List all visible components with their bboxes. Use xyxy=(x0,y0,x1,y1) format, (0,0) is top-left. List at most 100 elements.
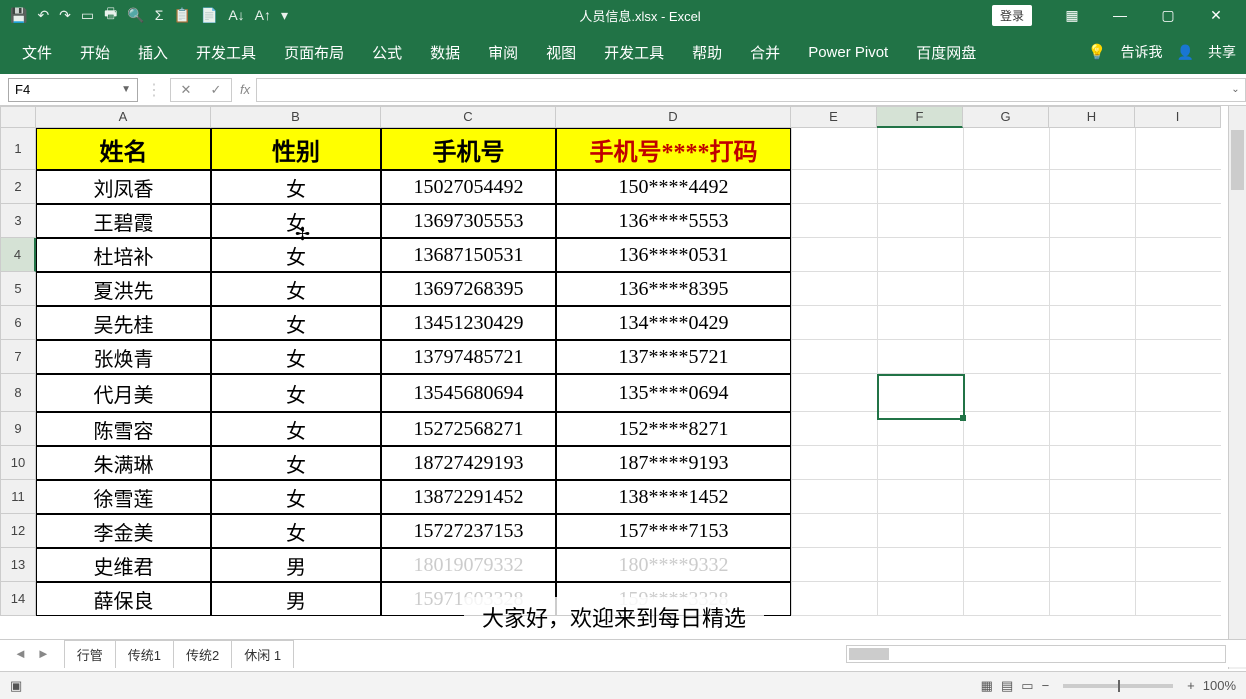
cell[interactable] xyxy=(1135,582,1221,616)
cell-phone[interactable]: 13687150531 xyxy=(381,238,556,272)
cell[interactable] xyxy=(1049,514,1135,548)
zoom-level[interactable]: 100% xyxy=(1203,678,1236,693)
col-header-H[interactable]: H xyxy=(1049,106,1135,128)
tab-pagelayout[interactable]: 页面布局 xyxy=(272,34,356,71)
cell-name[interactable]: 徐雪莲 xyxy=(36,480,211,514)
cell[interactable] xyxy=(877,480,963,514)
sheet-tab[interactable]: 传统1 xyxy=(115,640,174,668)
row-header-14[interactable]: 14 xyxy=(0,582,36,616)
col-header-G[interactable]: G xyxy=(963,106,1049,128)
qat-icon[interactable]: 🔍 xyxy=(127,7,144,24)
tab-help[interactable]: 帮助 xyxy=(680,34,734,71)
page-break-icon[interactable]: ▭ xyxy=(1021,678,1033,694)
header-phone-masked[interactable]: 手机号****打码 xyxy=(556,128,791,170)
sheet-tab[interactable]: 行管 xyxy=(64,640,116,668)
cell-gender[interactable]: 女 xyxy=(211,340,381,374)
tab-home[interactable]: 开始 xyxy=(68,34,122,71)
fx-label[interactable]: fx xyxy=(240,82,250,97)
cell[interactable] xyxy=(1049,446,1135,480)
row-header-4[interactable]: 4 xyxy=(0,238,36,272)
cell[interactable] xyxy=(963,412,1049,446)
cell[interactable] xyxy=(1049,306,1135,340)
cell[interactable] xyxy=(877,582,963,616)
cell[interactable] xyxy=(791,446,877,480)
cell[interactable] xyxy=(1049,374,1135,412)
cell-name[interactable]: 陈雪容 xyxy=(36,412,211,446)
cell-name[interactable]: 代月美 xyxy=(36,374,211,412)
cell[interactable] xyxy=(877,446,963,480)
tell-me[interactable]: 告诉我 xyxy=(1121,42,1163,62)
tab-file[interactable]: 文件 xyxy=(10,34,64,71)
cell[interactable] xyxy=(963,582,1049,616)
cell-phone-masked[interactable]: 134****0429 xyxy=(556,306,791,340)
tab-developer[interactable]: 开发工具 xyxy=(184,34,268,71)
maximize-icon[interactable]: ▢ xyxy=(1146,1,1190,29)
cell-phone[interactable]: 13697268395 xyxy=(381,272,556,306)
cell[interactable] xyxy=(1135,170,1221,204)
cell[interactable] xyxy=(963,374,1049,412)
formula-input[interactable] xyxy=(256,78,1226,102)
zoom-out-icon[interactable]: − xyxy=(1042,678,1050,693)
cell[interactable] xyxy=(1049,272,1135,306)
qat-more-icon[interactable]: ▾ xyxy=(281,7,288,24)
cell[interactable] xyxy=(877,204,963,238)
cell[interactable] xyxy=(963,480,1049,514)
col-header-E[interactable]: E xyxy=(791,106,877,128)
row-header-11[interactable]: 11 xyxy=(0,480,36,514)
row-header-12[interactable]: 12 xyxy=(0,514,36,548)
cell[interactable] xyxy=(1135,238,1221,272)
cell[interactable] xyxy=(963,204,1049,238)
cell[interactable] xyxy=(1135,272,1221,306)
cell[interactable] xyxy=(963,238,1049,272)
cell[interactable] xyxy=(963,446,1049,480)
name-box[interactable]: F4 ▼ xyxy=(8,78,138,102)
tab-review[interactable]: 审阅 xyxy=(476,34,530,71)
cell-gender[interactable]: 男 xyxy=(211,582,381,616)
expand-formula-icon[interactable]: ⌄ xyxy=(1226,78,1246,102)
row-header-13[interactable]: 13 xyxy=(0,548,36,582)
cell[interactable] xyxy=(877,374,963,412)
cell[interactable] xyxy=(877,514,963,548)
chevron-down-icon[interactable]: ▼ xyxy=(121,84,131,95)
row-header-9[interactable]: 9 xyxy=(0,412,36,446)
tab-developer2[interactable]: 开发工具 xyxy=(592,34,676,71)
sort-asc-icon[interactable]: A↓ xyxy=(228,7,244,23)
cell[interactable] xyxy=(963,306,1049,340)
cell[interactable] xyxy=(1135,128,1221,170)
page-layout-icon[interactable]: ▤ xyxy=(1001,678,1013,694)
cell-gender[interactable]: 女 xyxy=(211,514,381,548)
cell-name[interactable]: 王碧霞 xyxy=(36,204,211,238)
row-header-6[interactable]: 6 xyxy=(0,306,36,340)
cell[interactable] xyxy=(877,170,963,204)
cell[interactable] xyxy=(1049,582,1135,616)
col-header-B[interactable]: B xyxy=(211,106,381,128)
cell-name[interactable]: 夏洪先 xyxy=(36,272,211,306)
cell[interactable] xyxy=(877,238,963,272)
cell-phone-masked[interactable]: 137****5721 xyxy=(556,340,791,374)
tab-baidu[interactable]: 百度网盘 xyxy=(904,34,988,71)
cell[interactable] xyxy=(877,306,963,340)
cell[interactable] xyxy=(1135,306,1221,340)
cell-gender[interactable]: 女 xyxy=(211,170,381,204)
tab-formulas[interactable]: 公式 xyxy=(360,34,414,71)
share-button[interactable]: 共享 xyxy=(1208,42,1236,62)
cell[interactable] xyxy=(1135,514,1221,548)
select-all-button[interactable] xyxy=(0,106,36,128)
qat-icon[interactable]: 📄 xyxy=(201,7,218,24)
cell[interactable] xyxy=(1049,170,1135,204)
cell-name[interactable]: 史维君 xyxy=(36,548,211,582)
cell-name[interactable]: 张焕青 xyxy=(36,340,211,374)
cell-phone-masked[interactable]: 136****0531 xyxy=(556,238,791,272)
qat-icon[interactable]: 📋 xyxy=(173,7,190,24)
cell-phone[interactable]: 13797485721 xyxy=(381,340,556,374)
cell-phone-masked[interactable]: 180****9332 xyxy=(556,548,791,582)
cell[interactable] xyxy=(1049,548,1135,582)
cell-phone-masked[interactable]: 152****8271 xyxy=(556,412,791,446)
undo-icon[interactable]: ↶ xyxy=(37,7,49,24)
cell-gender[interactable]: 女 xyxy=(211,480,381,514)
cell-phone-masked[interactable]: 136****8395 xyxy=(556,272,791,306)
cell-name[interactable]: 刘凤香 xyxy=(36,170,211,204)
cell-phone[interactable]: 13545680694 xyxy=(381,374,556,412)
cell-gender[interactable]: 女 xyxy=(211,238,381,272)
cell-gender[interactable]: 男 xyxy=(211,548,381,582)
